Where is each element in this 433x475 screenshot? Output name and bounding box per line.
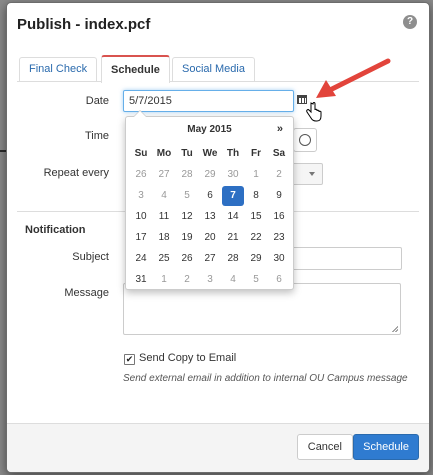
- calendar-day[interactable]: 28: [176, 165, 198, 185]
- clock-icon: [299, 134, 311, 146]
- message-label: Message: [64, 287, 109, 299]
- weekday-header: Tu: [181, 148, 193, 159]
- subject-label: Subject: [72, 251, 109, 263]
- send-copy-checkbox[interactable]: ✔: [124, 354, 135, 365]
- calendar-day[interactable]: 1: [153, 270, 175, 290]
- calendar-day[interactable]: 29: [199, 165, 221, 185]
- calendar-day[interactable]: 11: [153, 207, 175, 227]
- repeat-select[interactable]: [291, 163, 323, 185]
- calendar-day[interactable]: 15: [245, 207, 267, 227]
- calendar-day[interactable]: 17: [130, 228, 152, 248]
- calendar-day[interactable]: 20: [199, 228, 221, 248]
- calendar-day[interactable]: 28: [222, 249, 244, 269]
- hand-cursor-icon: [306, 102, 322, 122]
- dialog-title: Publish - index.pcf: [17, 16, 151, 33]
- datepicker-month-title[interactable]: May 2015: [126, 124, 293, 135]
- calendar-day[interactable]: 12: [176, 207, 198, 227]
- send-copy-help-text: Send external email in addition to inter…: [123, 373, 408, 384]
- calendar-day[interactable]: 2: [268, 165, 290, 185]
- calendar-day[interactable]: 31: [130, 270, 152, 290]
- tab-final-check[interactable]: Final Check: [19, 57, 98, 81]
- weekday-header: Th: [226, 148, 240, 159]
- calendar-day[interactable]: 9: [268, 186, 290, 206]
- calendar-day[interactable]: 30: [222, 165, 244, 185]
- calendar-day[interactable]: 6: [268, 270, 290, 290]
- schedule-button[interactable]: Schedule: [353, 434, 419, 460]
- calendar-day[interactable]: 22: [245, 228, 267, 248]
- help-icon[interactable]: ?: [403, 15, 417, 29]
- calendar-day[interactable]: 26: [130, 165, 152, 185]
- calendar-day[interactable]: 1: [245, 165, 267, 185]
- chevron-down-icon: [309, 172, 315, 176]
- calendar-day[interactable]: 4: [222, 270, 244, 290]
- calendar-day[interactable]: 30: [268, 249, 290, 269]
- annotation-arrow-icon: [316, 58, 391, 98]
- date-input[interactable]: 5/7/2015: [123, 90, 294, 112]
- calendar-day[interactable]: 6: [199, 186, 221, 206]
- calendar-day[interactable]: 5: [176, 186, 198, 206]
- calendar-day[interactable]: 3: [199, 270, 221, 290]
- cancel-button[interactable]: Cancel: [296, 434, 353, 460]
- calendar-day[interactable]: 3: [130, 186, 152, 206]
- weekday-header: Mo: [156, 148, 172, 159]
- calendar-day[interactable]: 2: [176, 270, 198, 290]
- time-picker-button[interactable]: [293, 128, 317, 152]
- tab-social-media[interactable]: Social Media: [172, 57, 255, 81]
- tab-schedule[interactable]: Schedule: [101, 55, 170, 83]
- calendar-day[interactable]: 26: [176, 249, 198, 269]
- calendar-day[interactable]: 7: [222, 186, 244, 206]
- calendar-day[interactable]: 18: [153, 228, 175, 248]
- calendar-day[interactable]: 5: [245, 270, 267, 290]
- datepicker-popup: May 2015 » Su Mo Tu We Th Fr Sa 26 27 28 29 30 1 2 3 4 5…: [125, 110, 294, 290]
- calendar-day[interactable]: 10: [130, 207, 152, 227]
- calendar-day[interactable]: 19: [176, 228, 198, 248]
- publish-dialog: Publish - index.pcf ? Final Check Schedu…: [6, 2, 430, 473]
- subject-input[interactable]: [289, 247, 402, 270]
- dialog-footer: Cancel Schedule: [7, 423, 429, 472]
- next-month-icon[interactable]: »: [277, 123, 283, 135]
- message-input[interactable]: [123, 283, 401, 335]
- calendar-day[interactable]: 27: [199, 249, 221, 269]
- calendar-day[interactable]: 14: [222, 207, 244, 227]
- resize-handle[interactable]: [392, 326, 398, 332]
- weekday-header: Sa: [272, 148, 286, 159]
- repeat-label: Repeat every: [43, 167, 109, 179]
- calendar-day[interactable]: 25: [153, 249, 175, 269]
- calendar-day[interactable]: 13: [199, 207, 221, 227]
- calendar-day[interactable]: 16: [268, 207, 290, 227]
- weekday-header: Su: [134, 148, 148, 159]
- calendar-day[interactable]: 23: [268, 228, 290, 248]
- weekday-header: Fr: [251, 148, 261, 159]
- calendar-day[interactable]: 29: [245, 249, 267, 269]
- calendar-day[interactable]: 21: [222, 228, 244, 248]
- calendar-day[interactable]: 27: [153, 165, 175, 185]
- time-label: Time: [84, 130, 109, 142]
- calendar-day[interactable]: 4: [153, 186, 175, 206]
- calendar-day[interactable]: 24: [130, 249, 152, 269]
- weekday-header: We: [202, 148, 218, 159]
- date-label: Date: [85, 95, 109, 107]
- dialog-header: Publish - index.pcf ?: [7, 3, 429, 43]
- notification-title: Notification: [25, 224, 86, 236]
- calendar-day[interactable]: 8: [245, 186, 267, 206]
- send-copy-label[interactable]: Send Copy to Email: [139, 352, 236, 364]
